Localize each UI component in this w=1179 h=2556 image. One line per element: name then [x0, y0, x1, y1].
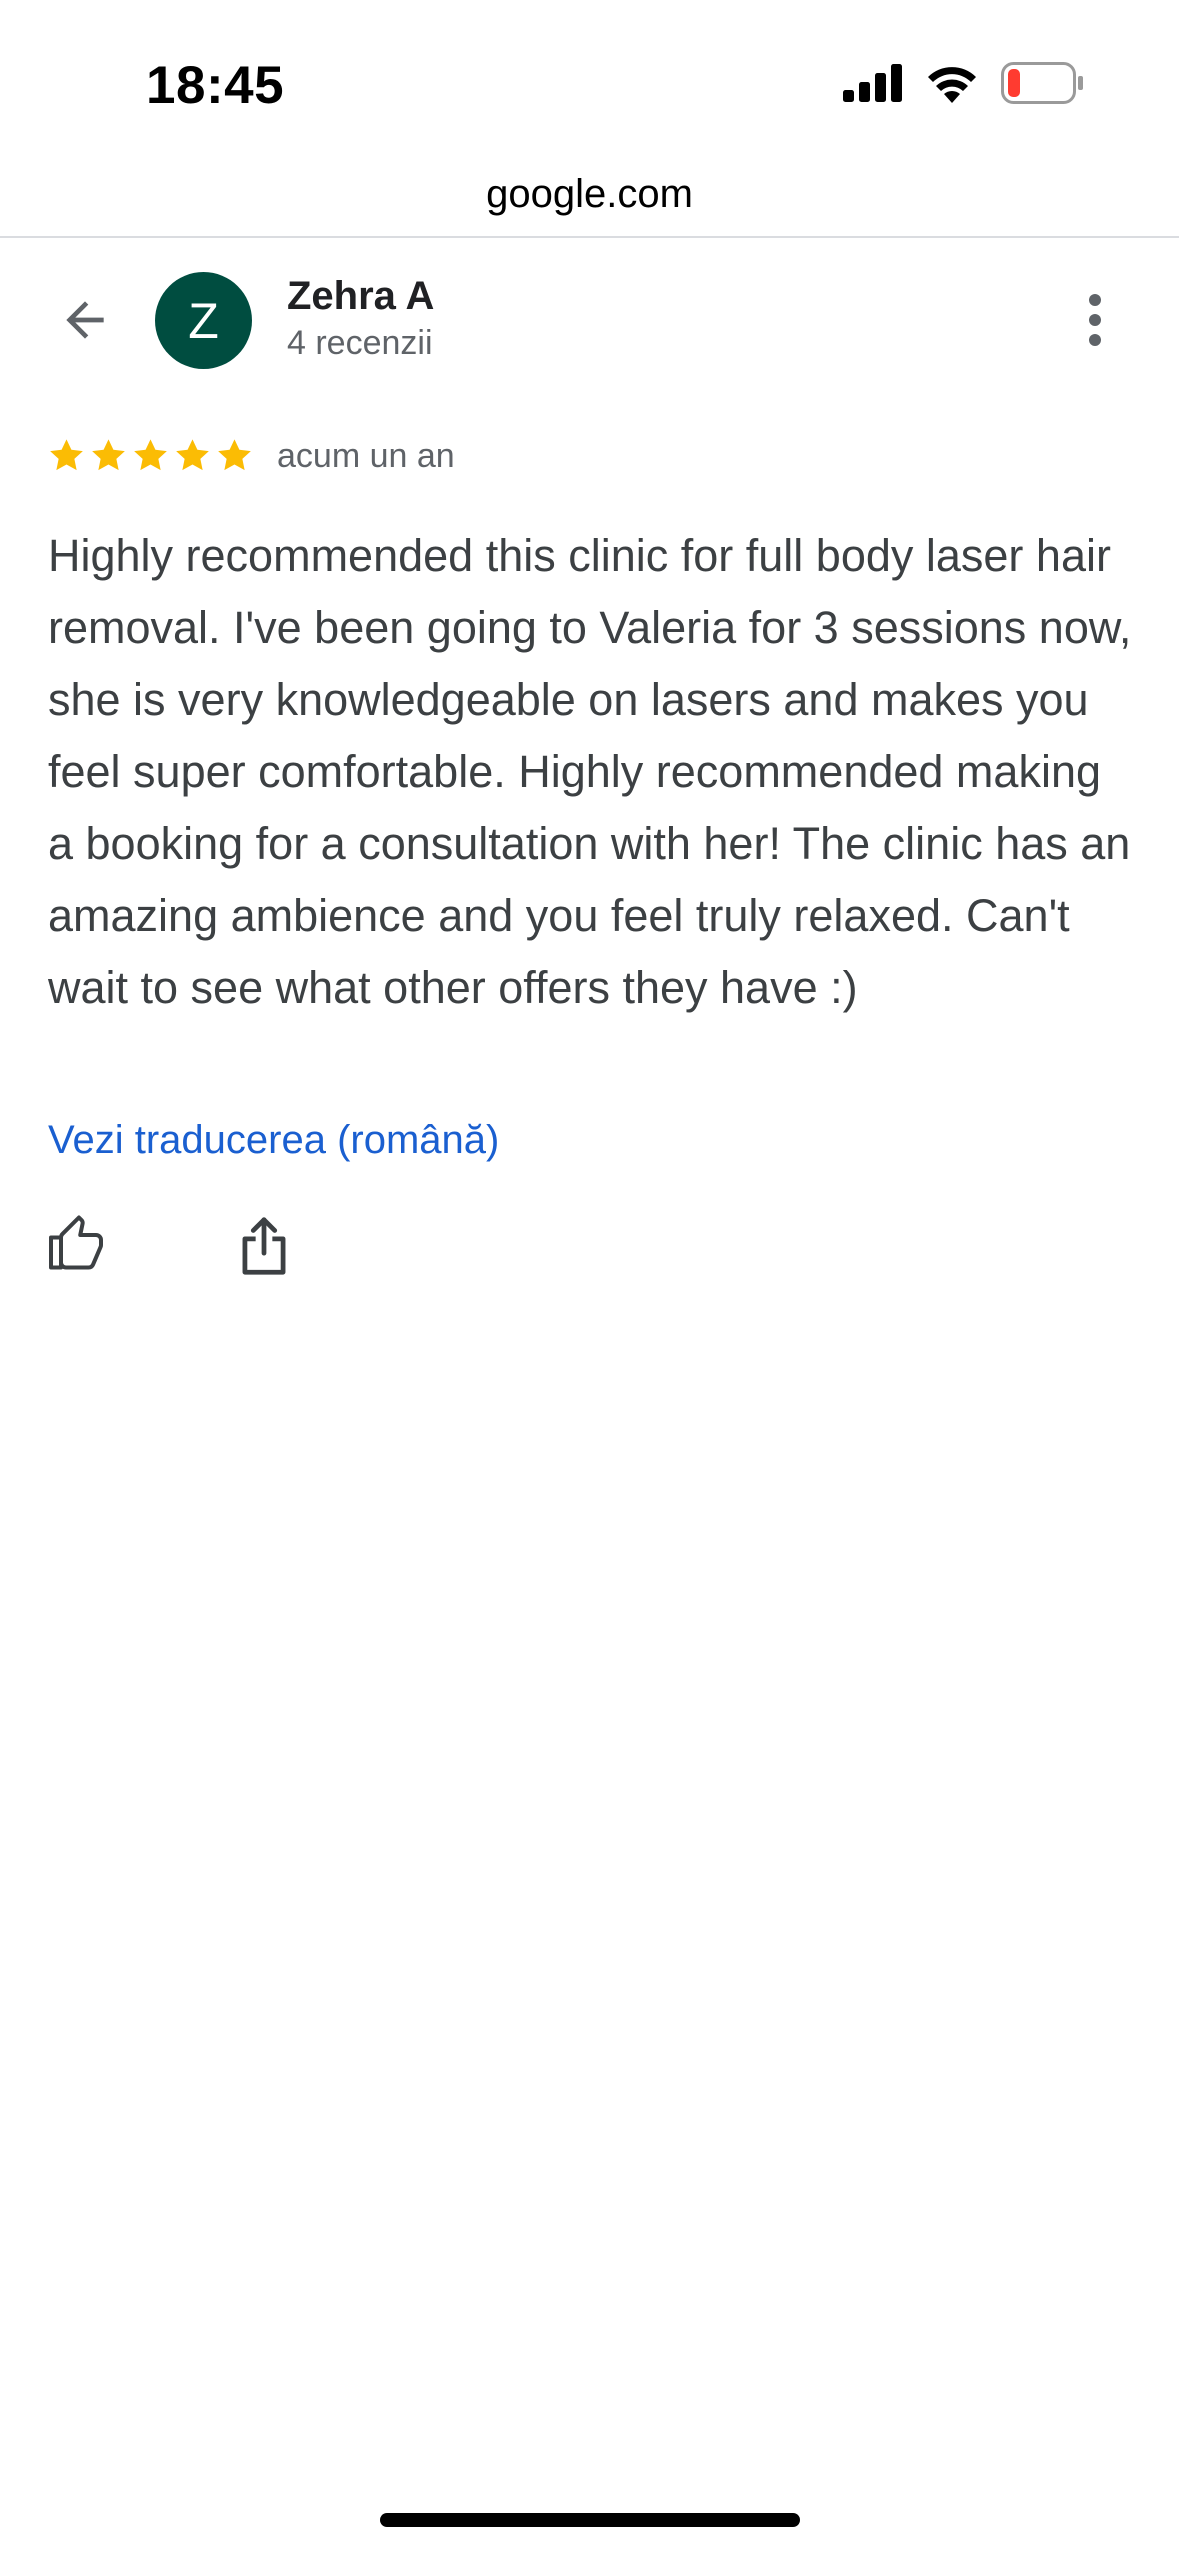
more-vert-icon [1089, 294, 1101, 346]
review-date: acum un an [277, 436, 455, 475]
avatar[interactable]: Z [155, 272, 252, 369]
cellular-signal-icon [843, 64, 903, 102]
thumb-up-icon [49, 1215, 103, 1270]
back-button[interactable] [50, 285, 120, 355]
share-icon [242, 1217, 286, 1275]
more-options-button[interactable] [1070, 285, 1120, 355]
star-icon [176, 439, 209, 471]
status-bar: 18:45 [0, 0, 1179, 150]
status-time: 18:45 [146, 56, 285, 115]
wifi-icon [925, 63, 979, 103]
url-text[interactable]: google.com [486, 172, 693, 217]
review-text: Highly recommended this clinic for full … [48, 530, 1132, 1013]
battery-low-icon [1001, 62, 1083, 104]
star-icon [218, 439, 251, 471]
star-icon [50, 439, 83, 471]
home-indicator[interactable] [380, 2513, 800, 2527]
review-count: 4 recenzii [287, 324, 433, 362]
reviewer-info: Zehra A 4 recenzii [287, 272, 434, 364]
star-icon [92, 439, 125, 471]
reviewer-name[interactable]: Zehra A [287, 272, 434, 320]
rating-row: acum un an [46, 436, 455, 476]
star-rating [46, 436, 255, 476]
address-bar[interactable]: google.com [0, 160, 1179, 238]
arrow-back-icon [66, 301, 104, 339]
avatar-initial: Z [188, 292, 219, 349]
like-button[interactable] [46, 1215, 112, 1281]
share-button[interactable] [240, 1215, 300, 1285]
star-icon [134, 439, 167, 471]
status-icons [843, 62, 1083, 104]
translate-link[interactable]: Vezi traducerea (română) [48, 1118, 499, 1163]
